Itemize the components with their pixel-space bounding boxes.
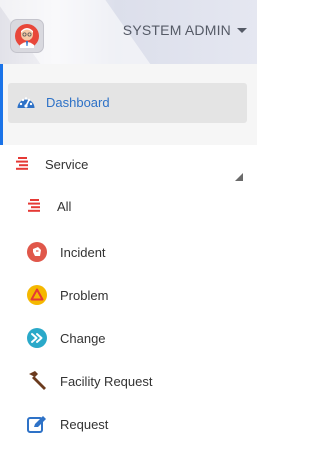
edit-icon xyxy=(27,416,46,433)
user-menu[interactable]: SYSTEM ADMIN xyxy=(123,22,247,38)
expand-arrow-icon[interactable] xyxy=(235,173,243,181)
nav-item-request[interactable]: Request xyxy=(0,404,257,444)
nav-item-all[interactable]: All xyxy=(0,186,257,226)
sidebar-header: SYSTEM ADMIN xyxy=(0,0,257,64)
active-indicator xyxy=(0,64,3,145)
hammer-icon xyxy=(29,371,46,390)
nav-item-incident[interactable]: Incident xyxy=(0,232,257,272)
fast-forward-icon xyxy=(27,328,47,348)
speedometer-icon xyxy=(17,97,35,108)
sidebar-nav: Dashboard Service All Incident Problem C… xyxy=(0,64,257,451)
active-section: Dashboard xyxy=(0,64,257,145)
list-icon xyxy=(28,199,40,212)
nav-item-change[interactable]: Change xyxy=(0,318,257,358)
caret-down-icon xyxy=(237,27,247,33)
avatar-icon xyxy=(15,24,39,48)
nav-label-dashboard: Dashboard xyxy=(46,95,110,110)
nav-label-problem: Problem xyxy=(60,288,109,303)
nav-label-all: All xyxy=(57,199,72,214)
nav-label-change: Change xyxy=(60,331,106,346)
nav-label-service: Service xyxy=(45,157,89,172)
nav-item-facility-request[interactable]: Facility Request xyxy=(0,361,257,401)
warning-icon xyxy=(27,285,47,305)
nav-item-dashboard[interactable]: Dashboard xyxy=(8,83,247,123)
nav-item-service[interactable]: Service xyxy=(0,144,257,184)
nav-label-facility-request: Facility Request xyxy=(60,374,153,389)
incident-icon xyxy=(27,242,47,262)
nav-label-incident: Incident xyxy=(60,245,106,260)
list-icon xyxy=(16,157,28,170)
nav-label-request: Request xyxy=(60,417,109,432)
user-name: SYSTEM ADMIN xyxy=(122,22,231,38)
user-avatar[interactable] xyxy=(10,19,44,53)
nav-item-problem[interactable]: Problem xyxy=(0,275,257,315)
